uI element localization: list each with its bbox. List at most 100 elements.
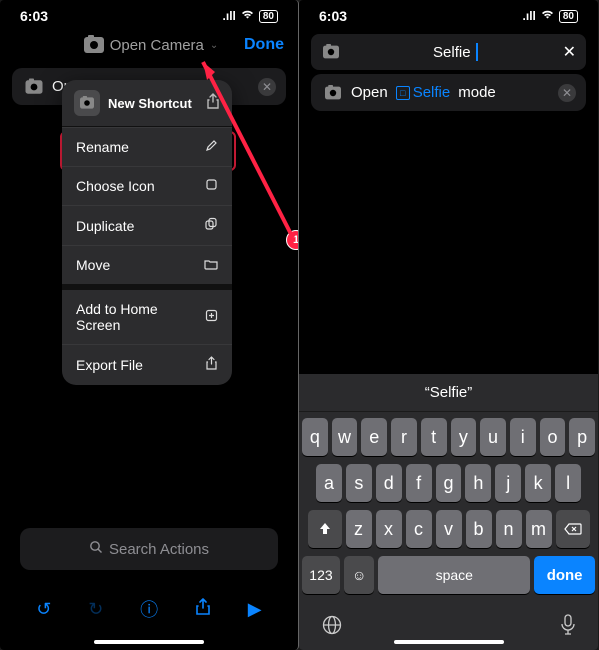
home-indicator xyxy=(94,640,204,644)
camera-icon xyxy=(325,86,341,99)
share-icon[interactable] xyxy=(206,93,220,114)
folder-icon xyxy=(204,258,218,273)
key-h[interactable]: h xyxy=(465,464,491,502)
search-actions[interactable]: Search Actions xyxy=(20,528,278,570)
action-open-text: Open xyxy=(351,84,388,101)
key-r[interactable]: r xyxy=(391,418,417,456)
key-space[interactable]: space xyxy=(378,556,530,594)
key-d[interactable]: d xyxy=(376,464,402,502)
camera-icon xyxy=(323,46,339,59)
key-u[interactable]: u xyxy=(480,418,506,456)
phone-right: 6:03 .ıll 80 ✕ Open □ Selfie mode ✕ “Sel… xyxy=(299,0,598,650)
key-q[interactable]: q xyxy=(302,418,328,456)
key-f[interactable]: f xyxy=(406,464,432,502)
key-done[interactable]: done xyxy=(534,556,595,594)
pencil-icon xyxy=(205,139,218,155)
mic-icon[interactable] xyxy=(560,614,576,642)
key-backspace[interactable] xyxy=(556,510,590,548)
info-button[interactable]: ⓘ xyxy=(140,596,158,622)
globe-icon[interactable] xyxy=(321,614,343,642)
keyboard: qwertyuiop asdfghjkl zxcvbnm 123 ☺ space… xyxy=(299,412,598,606)
menu-title: New Shortcut xyxy=(108,96,198,111)
menu-item-label: Add to Home Screen xyxy=(76,301,205,333)
clear-icon[interactable]: ✕ xyxy=(563,42,576,62)
key-emoji[interactable]: ☺ xyxy=(344,556,374,594)
done-button[interactable]: Done xyxy=(244,36,284,54)
selfie-mode-icon: □ xyxy=(396,86,410,100)
key-x[interactable]: x xyxy=(376,510,402,548)
status-time: 6:03 xyxy=(319,8,347,24)
annotation-badge-1: 1 xyxy=(286,230,299,250)
key-c[interactable]: c xyxy=(406,510,432,548)
navbar: Open Camera ⌄ Done xyxy=(0,26,298,64)
run-button[interactable]: ▶ xyxy=(248,599,262,620)
status-bar: 6:03 .ıll 80 xyxy=(299,0,598,26)
key-n[interactable]: n xyxy=(496,510,522,548)
copy-icon xyxy=(204,217,218,234)
shortcut-title[interactable]: Open Camera xyxy=(110,37,204,54)
camera-icon xyxy=(84,37,104,53)
key-o[interactable]: o xyxy=(540,418,566,456)
square-icon xyxy=(205,178,218,194)
key-i[interactable]: i xyxy=(510,418,536,456)
menu-item-label: Duplicate xyxy=(76,218,134,234)
key-z[interactable]: z xyxy=(346,510,372,548)
context-menu: New Shortcut Rename Choose Icon Duplicat… xyxy=(62,80,232,385)
key-y[interactable]: y xyxy=(451,418,477,456)
battery-icon: 80 xyxy=(559,10,578,23)
menu-duplicate[interactable]: Duplicate xyxy=(62,205,232,245)
camera-icon xyxy=(26,80,43,94)
key-k[interactable]: k xyxy=(525,464,551,502)
key-a[interactable]: a xyxy=(316,464,342,502)
bottom-toolbar: ↺ ↻ ⓘ ▶ xyxy=(0,596,298,622)
keyboard-suggestion[interactable]: “Selfie” xyxy=(299,374,598,412)
chevron-down-icon[interactable]: ⌄ xyxy=(210,40,218,51)
menu-choose-icon[interactable]: Choose Icon xyxy=(62,166,232,205)
menu-export[interactable]: Export File xyxy=(62,344,232,385)
key-b[interactable]: b xyxy=(466,510,492,548)
action-row[interactable]: Open □ Selfie mode ✕ xyxy=(311,74,586,111)
action-mode-text: mode xyxy=(458,84,496,101)
status-time: 6:03 xyxy=(20,8,48,24)
phone-left: 6:03 .ıll 80 Open Camera ⌄ Done Op ✕ New… xyxy=(0,0,299,650)
key-shift[interactable] xyxy=(308,510,342,548)
key-j[interactable]: j xyxy=(495,464,521,502)
selfie-token[interactable]: □ Selfie xyxy=(396,84,451,101)
search-placeholder: Search Actions xyxy=(109,541,209,558)
menu-item-label: Export File xyxy=(76,357,143,373)
rename-field[interactable]: ✕ xyxy=(311,34,586,70)
key-s[interactable]: s xyxy=(346,464,372,502)
wifi-icon xyxy=(540,9,555,23)
share-button[interactable] xyxy=(195,598,211,621)
keyboard-container: “Selfie” qwertyuiop asdfghjkl zxcvbnm 12… xyxy=(299,374,598,650)
search-icon xyxy=(89,540,103,558)
undo-button[interactable]: ↺ xyxy=(36,599,51,620)
home-indicator xyxy=(394,640,504,644)
key-w[interactable]: w xyxy=(332,418,358,456)
menu-move[interactable]: Move xyxy=(62,245,232,284)
cellular-icon: .ıll xyxy=(523,9,536,23)
clear-icon[interactable]: ✕ xyxy=(258,78,276,96)
menu-rename[interactable]: Rename xyxy=(62,127,232,166)
key-v[interactable]: v xyxy=(436,510,462,548)
battery-icon: 80 xyxy=(259,10,278,23)
menu-item-label: Choose Icon xyxy=(76,178,155,194)
key-l[interactable]: l xyxy=(555,464,581,502)
key-g[interactable]: g xyxy=(436,464,462,502)
key-t[interactable]: t xyxy=(421,418,447,456)
clear-icon[interactable]: ✕ xyxy=(558,84,576,102)
key-m[interactable]: m xyxy=(526,510,552,548)
upload-icon xyxy=(205,356,218,374)
plus-square-icon xyxy=(205,309,218,325)
rename-input[interactable] xyxy=(349,44,555,61)
key-p[interactable]: p xyxy=(569,418,595,456)
shortcut-glyph-icon xyxy=(74,90,100,116)
menu-header: New Shortcut xyxy=(62,80,232,127)
cellular-icon: .ıll xyxy=(223,9,236,23)
key-123[interactable]: 123 xyxy=(302,556,340,594)
status-bar: 6:03 .ıll 80 xyxy=(0,0,298,26)
menu-add-home[interactable]: Add to Home Screen xyxy=(62,284,232,344)
text-caret xyxy=(476,43,478,61)
redo-button[interactable]: ↻ xyxy=(88,599,103,620)
key-e[interactable]: e xyxy=(361,418,387,456)
